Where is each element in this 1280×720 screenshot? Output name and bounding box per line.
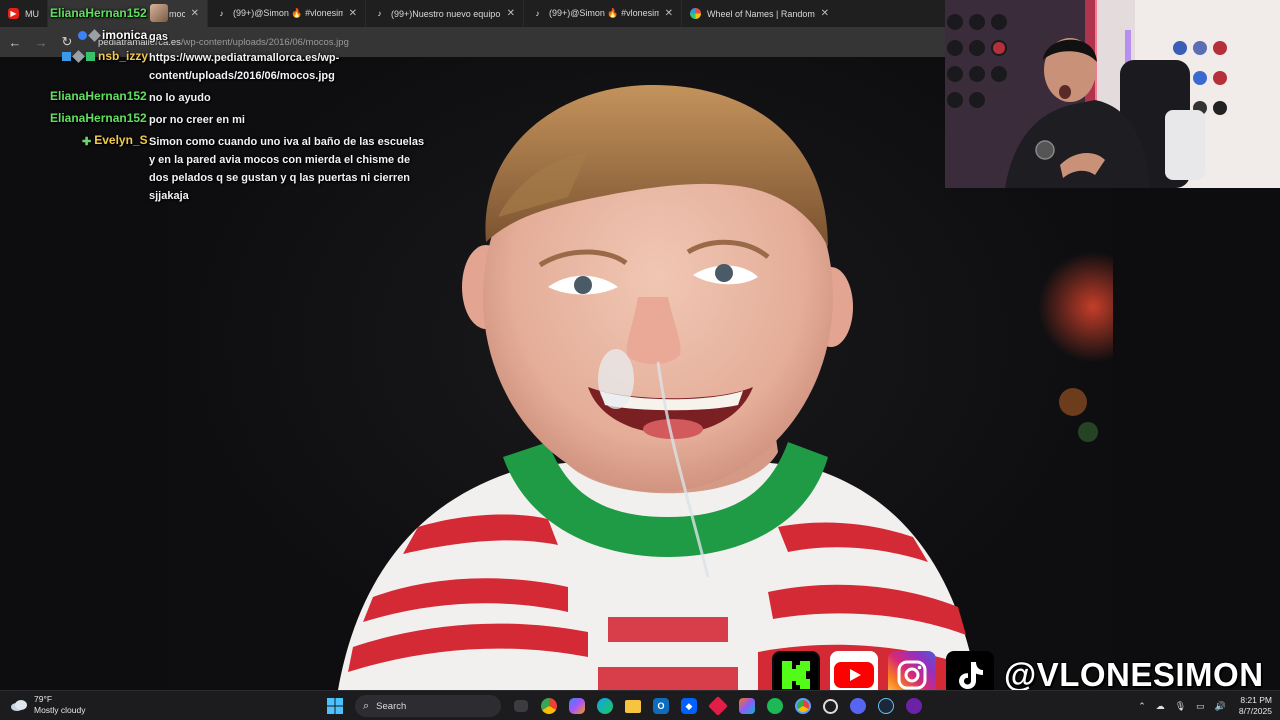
screen: ▶ MUSI W mocos.jpg (1449×966) ✕ ♪ (99+)@… bbox=[0, 0, 1280, 720]
search-icon: ⌕ bbox=[363, 699, 370, 712]
chat-message-text: por no creer en mi bbox=[149, 114, 245, 126]
close-tab-icon[interactable]: ✕ bbox=[507, 8, 515, 19]
tiktok-icon: ♪ bbox=[377, 9, 382, 18]
microphone-icon[interactable]: 🎙 bbox=[1175, 701, 1186, 712]
chat-message-text: https://www.pediatramallorca.es/wp- bbox=[149, 52, 340, 64]
volume-icon[interactable]: 🔊 bbox=[1215, 701, 1226, 712]
search-label: Search bbox=[376, 700, 407, 712]
mod-badge-icon bbox=[62, 52, 71, 61]
webcam-scene bbox=[945, 0, 1280, 188]
url-path: /wp-content/uploads/2016/06/mocos.jpg bbox=[180, 36, 349, 48]
tab-tiktok-3[interactable]: ♪ (99+)@Simon 🔥 #vlonesimon ✕ bbox=[524, 0, 682, 27]
tab-title: (99+)@Simon 🔥 #vlonesimon bbox=[233, 8, 343, 18]
microsoft365-icon[interactable] bbox=[739, 698, 755, 714]
youtube-icon: ▶ bbox=[8, 8, 19, 19]
tab-youtube[interactable]: ▶ MUSI bbox=[0, 0, 48, 27]
outlook-icon[interactable]: O bbox=[653, 698, 669, 714]
tab-wheel-of-names[interactable]: Wheel of Names | Random nam ✕ bbox=[682, 0, 837, 27]
username-text: imonica bbox=[102, 28, 148, 42]
chat-message-text: content/uploads/2016/06/mocos.jpg bbox=[149, 70, 335, 82]
streamer-webcam bbox=[945, 0, 1280, 188]
windows-taskbar: 79°F Mostly cloudy ⌕ Search O ◆ ⌃ ☁ 🎙 ▭ … bbox=[0, 690, 1280, 720]
chat-message-text: no lo ayudo bbox=[149, 92, 211, 104]
weather-desc: Mostly cloudy bbox=[34, 705, 86, 715]
clock-app-icon[interactable] bbox=[823, 698, 838, 714]
chat-message-text: y en la pared avia mocos con mierda el c… bbox=[149, 154, 411, 166]
weather-temp: 79°F bbox=[34, 694, 53, 704]
weather-widget[interactable]: 79°F Mostly cloudy bbox=[10, 694, 86, 716]
taskbar-clock[interactable]: 8:21 PM 8/7/2025 bbox=[1239, 695, 1272, 717]
chat-username: nsb_izzy bbox=[62, 49, 148, 63]
close-tab-icon[interactable]: ✕ bbox=[191, 8, 199, 19]
plus-badge-icon: ✚ bbox=[82, 136, 92, 148]
chat-message-text: Simon como cuando uno iva al baño de las… bbox=[149, 136, 425, 148]
chat-message-text: dos pelados q se gustan y q las puertas … bbox=[149, 172, 411, 184]
taskbar-search-input[interactable]: ⌕ Search bbox=[355, 695, 501, 717]
chat-username: ElianaHernan152 bbox=[50, 6, 147, 20]
tiktok-icon: ♪ bbox=[219, 9, 224, 18]
username-text: nsb_izzy bbox=[98, 49, 149, 63]
forward-arrow-icon[interactable]: → bbox=[30, 31, 52, 53]
display-icon[interactable]: ▭ bbox=[1196, 701, 1205, 712]
clock-date: 8/7/2025 bbox=[1238, 706, 1272, 716]
copilot-icon[interactable] bbox=[569, 698, 585, 714]
chrome-profile-icon[interactable] bbox=[795, 698, 811, 714]
chat-username: ElianaHernan152 bbox=[50, 89, 147, 103]
tab-title: mocos.jpg (1449×966) bbox=[169, 8, 185, 19]
discord-icon[interactable] bbox=[850, 698, 866, 714]
dropbox-icon[interactable]: ◆ bbox=[681, 698, 697, 714]
star-badge-icon bbox=[72, 50, 85, 63]
edge-icon[interactable] bbox=[597, 698, 613, 714]
star-badge-icon bbox=[88, 29, 101, 42]
tab-title: Wheel of Names | Random nam bbox=[707, 8, 815, 19]
wheel-of-names-icon bbox=[690, 8, 701, 19]
tiktok-icon: ♪ bbox=[535, 9, 540, 18]
spotify-icon[interactable] bbox=[767, 698, 783, 714]
chrome-icon[interactable] bbox=[541, 698, 557, 714]
tab-title: (99+)Nuestro nuevo equipo de bbox=[391, 8, 501, 19]
cloud-sync-icon[interactable]: ☁ bbox=[1156, 701, 1165, 712]
close-tab-icon[interactable]: ✕ bbox=[349, 8, 357, 19]
file-explorer-icon[interactable] bbox=[625, 699, 641, 713]
taskbar-apps: ⌕ Search O ◆ bbox=[320, 691, 928, 720]
clock-time: 8:21 PM bbox=[1240, 695, 1272, 705]
emote-image bbox=[150, 4, 168, 22]
chevron-up-icon[interactable]: ⌃ bbox=[1138, 701, 1146, 712]
chat-username: imonica bbox=[78, 28, 147, 42]
back-arrow-icon[interactable]: ← bbox=[4, 31, 26, 53]
streamer-handle: @VLONESIMON bbox=[1004, 656, 1264, 693]
steam-icon[interactable] bbox=[878, 698, 894, 714]
tab-tiktok-1[interactable]: ♪ (99+)@Simon 🔥 #vlonesimon ✕ bbox=[208, 0, 366, 27]
windows-start-icon[interactable] bbox=[324, 695, 346, 717]
system-tray: ⌃ ☁ 🎙 ▭ 🔊 8:21 PM 8/7/2025 bbox=[1133, 691, 1272, 720]
chat-username: ElianaHernan152 bbox=[50, 111, 147, 125]
sub-badge-icon bbox=[86, 52, 95, 61]
chat-username: ✚ Evelyn_S bbox=[82, 133, 148, 148]
chat-message-text: gas bbox=[149, 31, 168, 43]
task-view-icon[interactable] bbox=[514, 700, 528, 712]
tab-title: (99+)@Simon 🔥 #vlonesimon bbox=[549, 8, 659, 18]
tab-tiktok-2[interactable]: ♪ (99+)Nuestro nuevo equipo de ✕ bbox=[366, 0, 524, 27]
chat-message-text: sjjakaja bbox=[149, 190, 189, 202]
username-text: Evelyn_S bbox=[94, 133, 148, 147]
close-tab-icon[interactable]: ✕ bbox=[665, 8, 673, 19]
close-tab-icon[interactable]: ✕ bbox=[821, 8, 829, 19]
chat-badge-icon bbox=[78, 31, 87, 40]
cloud-icon bbox=[11, 700, 27, 711]
settings-icon[interactable] bbox=[906, 698, 922, 714]
tab-title: MUSI bbox=[25, 8, 39, 19]
red-app-icon[interactable] bbox=[708, 696, 728, 716]
